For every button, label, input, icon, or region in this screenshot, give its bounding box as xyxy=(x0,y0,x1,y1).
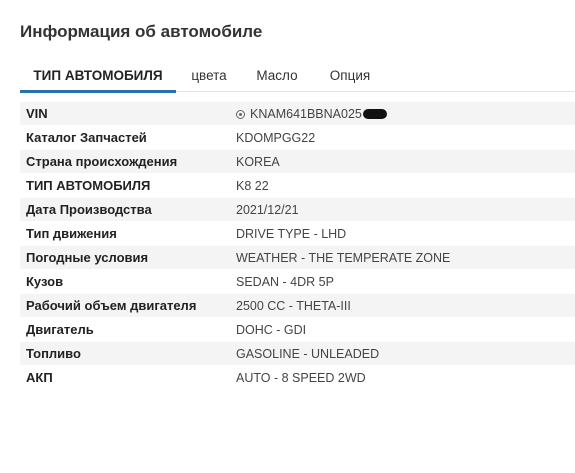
row-label: Топливо xyxy=(26,346,81,361)
table-row: Тип движения DRIVE TYPE - LHD xyxy=(20,222,575,246)
row-label: Тип движения xyxy=(26,226,117,241)
tab-colors-label: цвета xyxy=(191,68,227,83)
row-value: K8 22 xyxy=(236,179,269,193)
tab-vehicle-type[interactable]: ТИП АВТОМОБИЛЯ xyxy=(20,62,176,93)
row-label: Кузов xyxy=(26,274,64,289)
row-label: АКП xyxy=(26,370,53,385)
vin-value-cell: KNAM641BBNA025 xyxy=(236,102,387,126)
vin-label: VIN xyxy=(26,106,48,121)
active-tab-indicator xyxy=(20,90,176,93)
table-row: АКП AUTO - 8 SPEED 2WD xyxy=(20,366,575,390)
row-value: 2021/12/21 xyxy=(236,203,299,217)
row-value: 2500 CC - THETA-III xyxy=(236,299,351,313)
row-label: ТИП АВТОМОБИЛЯ xyxy=(26,178,151,193)
table-row: Погодные условия WEATHER - THE TEMPERATE… xyxy=(20,246,575,270)
row-value: AUTO - 8 SPEED 2WD xyxy=(236,371,366,385)
row-label: Каталог Запчастей xyxy=(26,130,147,145)
table-row: Каталог Запчастей KDOMPGG22 xyxy=(20,126,575,150)
table-row: Топливо GASOLINE - UNLEADED xyxy=(20,342,575,366)
table-row: Кузов SEDAN - 4DR 5P xyxy=(20,270,575,294)
table-row: Страна происхождения KOREA xyxy=(20,150,575,174)
circle-dot-icon xyxy=(236,110,245,119)
row-value: KOREA xyxy=(236,155,280,169)
row-label: Страна происхождения xyxy=(26,154,178,169)
row-value: GASOLINE - UNLEADED xyxy=(236,347,380,361)
tab-bar: ТИП АВТОМОБИЛЯ цвета Масло Опция xyxy=(20,62,575,93)
row-value: DOHC - GDI xyxy=(236,323,307,337)
row-label: Рабочий объем двигателя xyxy=(26,298,197,313)
row-label: Двигатель xyxy=(26,322,94,337)
tab-oil-label: Масло xyxy=(256,68,298,83)
tab-oil[interactable]: Масло xyxy=(252,62,302,91)
table-row: Рабочий объем двигателя 2500 CC - THETA-… xyxy=(20,294,575,318)
row-value: KDOMPGG22 xyxy=(236,131,316,145)
row-value: SEDAN - 4DR 5P xyxy=(236,275,334,289)
tab-options[interactable]: Опция xyxy=(323,62,377,91)
table-row: Двигатель DOHC - GDI xyxy=(20,318,575,342)
row-label: Дата Производства xyxy=(26,202,152,217)
table-row-vin: VIN KNAM641BBNA025 xyxy=(20,102,575,126)
vehicle-info-table: VIN KNAM641BBNA025 Каталог Запчастей KDO… xyxy=(20,102,575,390)
row-value: WEATHER - THE TEMPERATE ZONE xyxy=(236,251,451,265)
row-value: DRIVE TYPE - LHD xyxy=(236,227,347,241)
table-row: Дата Производства 2021/12/21 xyxy=(20,198,575,222)
page-title: Информация об автомобиле xyxy=(20,22,263,41)
row-label: Погодные условия xyxy=(26,250,149,265)
vin-value: KNAM641BBNA025 xyxy=(250,107,362,121)
redaction-mark xyxy=(362,109,387,119)
table-row: ТИП АВТОМОБИЛЯ K8 22 xyxy=(20,174,575,198)
tab-options-label: Опция xyxy=(329,68,371,83)
tab-vehicle-type-label: ТИП АВТОМОБИЛЯ xyxy=(33,68,163,83)
tab-colors[interactable]: цвета xyxy=(186,62,232,91)
